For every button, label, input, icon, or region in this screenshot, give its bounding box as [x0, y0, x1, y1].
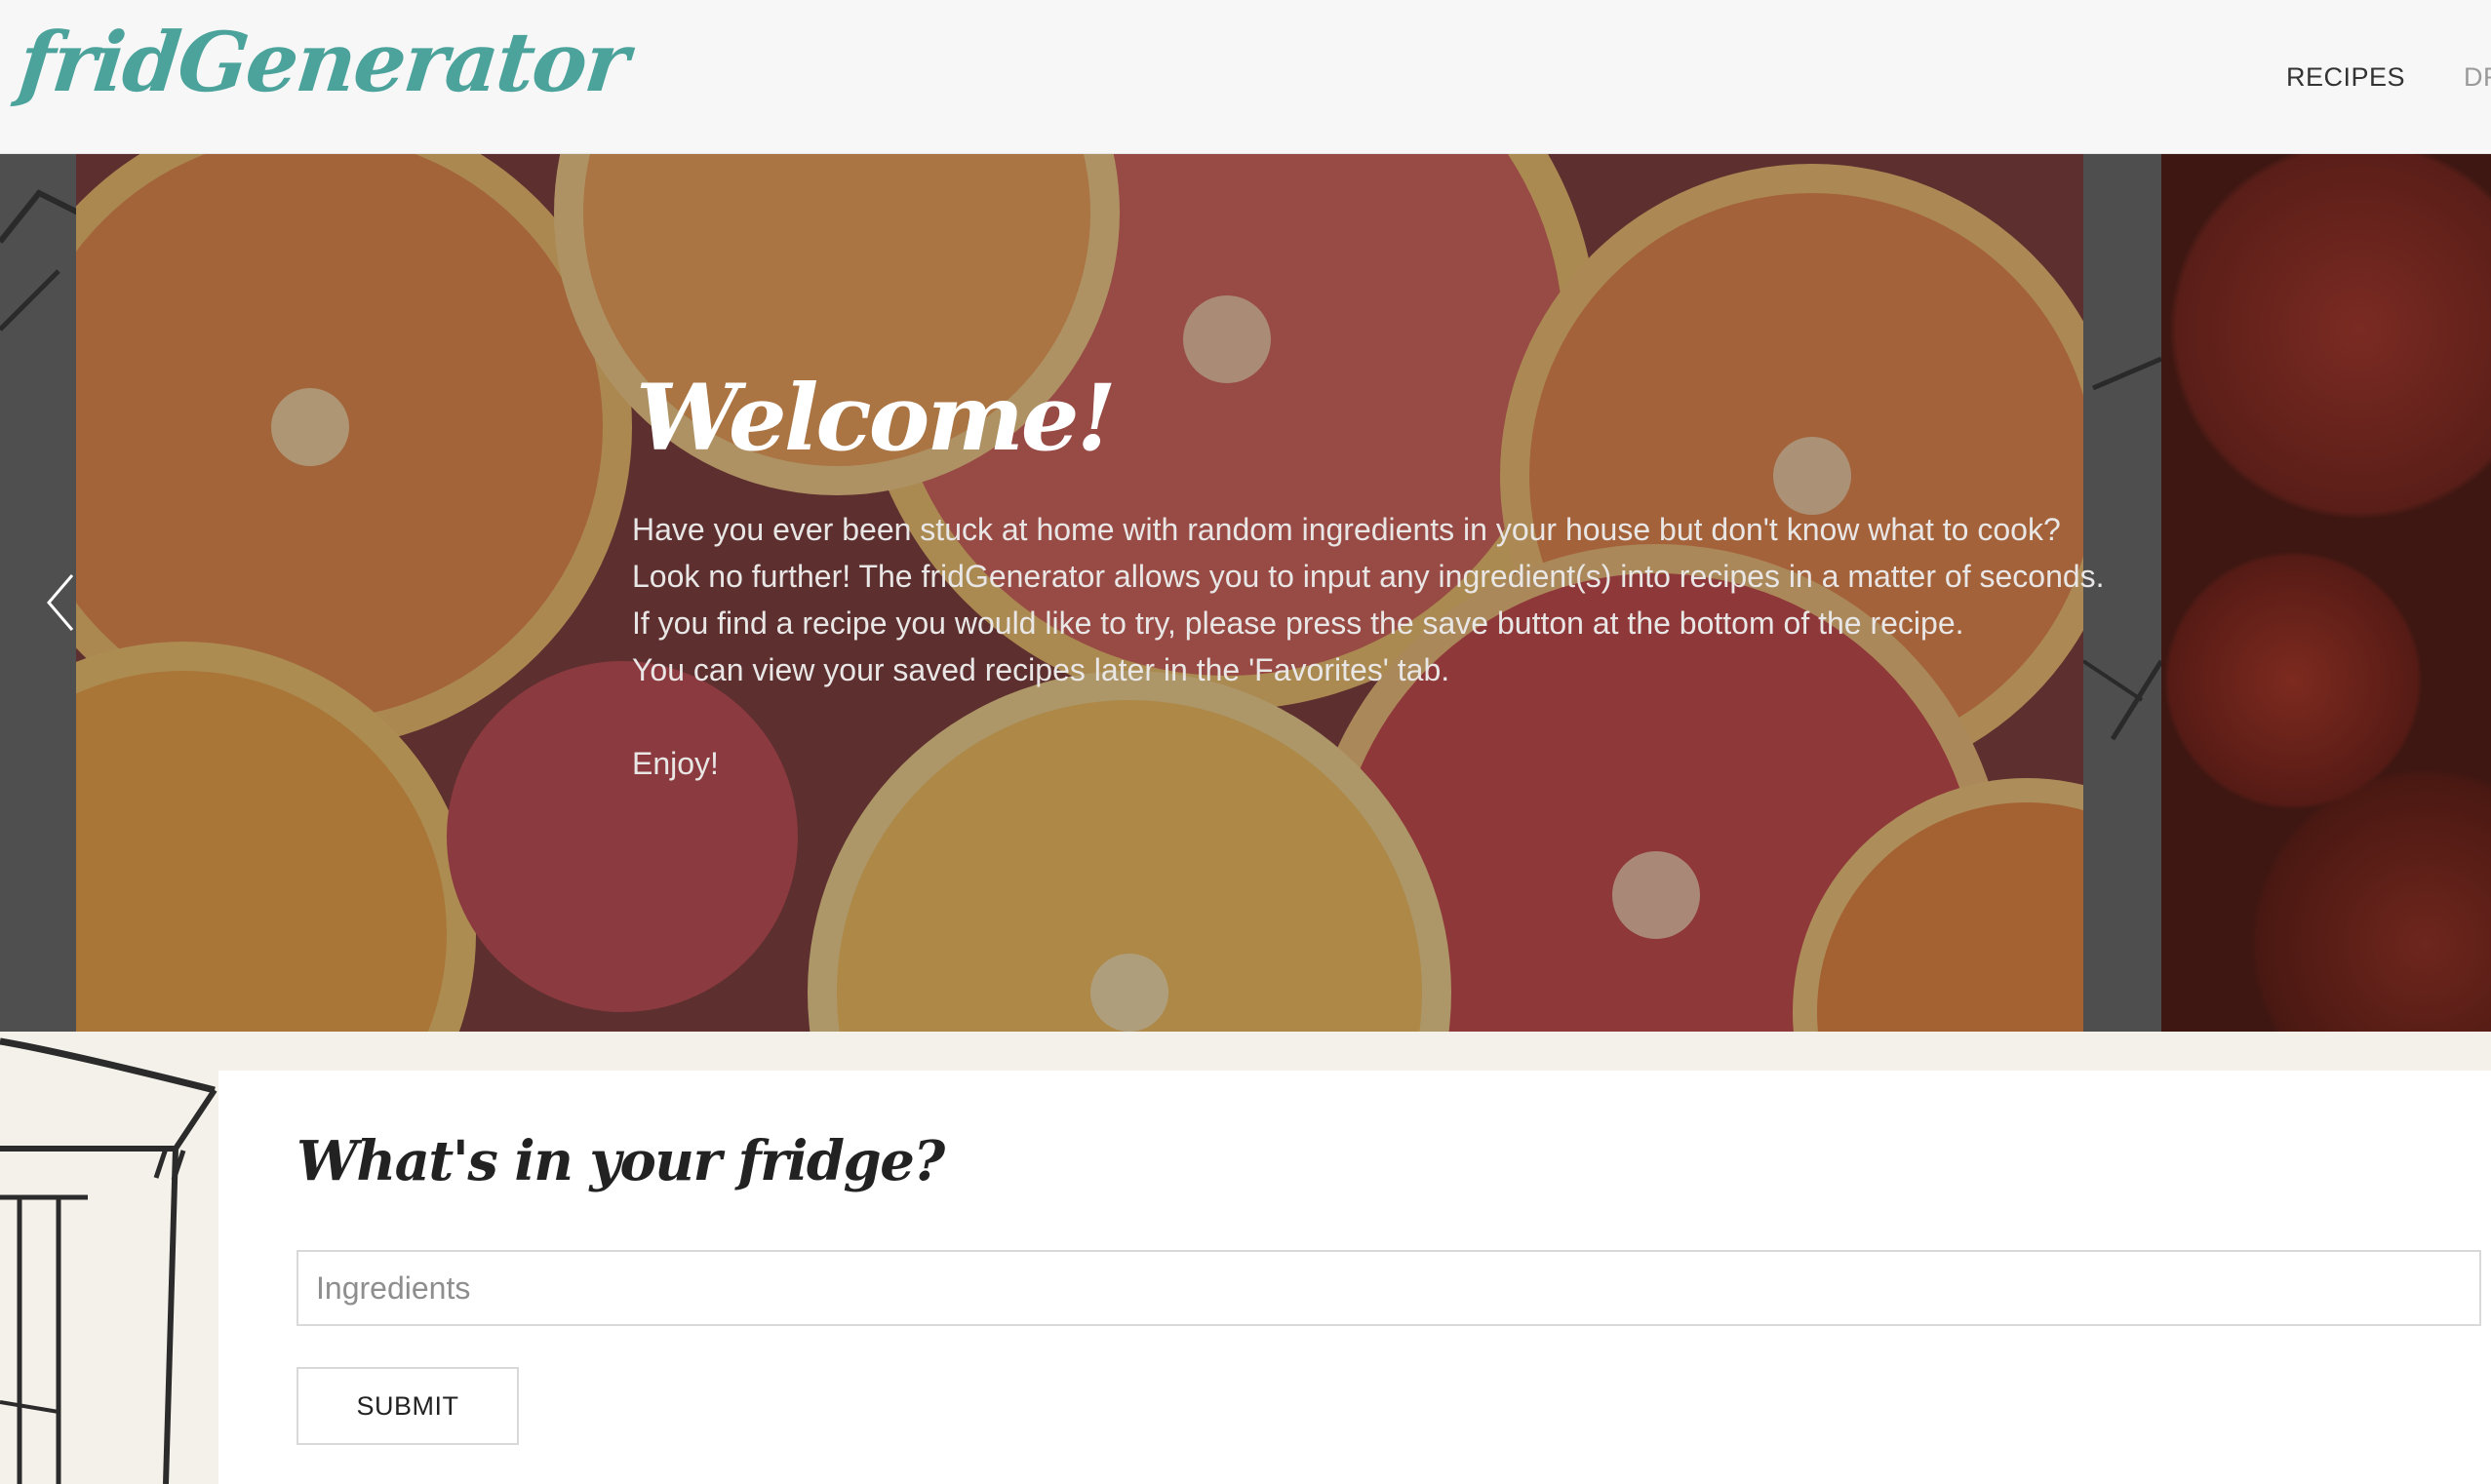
nav-item-recipes[interactable]: RECIPES: [2286, 62, 2405, 93]
navbar: fridGenerator RECIPES DRI: [0, 0, 2491, 154]
carousel-slide-next: [2161, 154, 2491, 1032]
welcome-heading: Welcome!: [636, 365, 1117, 472]
nav-item-drinks[interactable]: DRI: [2464, 62, 2491, 93]
fridge-section: What's in your fridge? SUBMIT: [0, 1032, 2491, 1484]
fridge-form-card: What's in your fridge? SUBMIT: [218, 1071, 2491, 1484]
intro-line-1: Have you ever been stuck at home with ra…: [632, 512, 2061, 548]
nav-menu: RECIPES DRI: [2286, 0, 2491, 154]
fridge-form-title: What's in your fridge?: [297, 1129, 945, 1193]
intro-line-4: You can view your saved recipes later in…: [632, 652, 1450, 688]
carousel-caption: Welcome! Have you ever been stuck at hom…: [632, 365, 2193, 787]
submit-button[interactable]: SUBMIT: [297, 1367, 519, 1445]
fridge-doodle-icon: [0, 1037, 217, 1484]
enjoy-text: Enjoy!: [632, 746, 719, 782]
ingredients-input[interactable]: [297, 1250, 2481, 1326]
intro-line-2: Look no further! The fridGenerator allow…: [632, 559, 2105, 595]
intro-line-3: If you find a recipe you would like to t…: [632, 605, 1964, 642]
chevron-left-icon[interactable]: [43, 564, 82, 642]
brand-logo[interactable]: fridGenerator: [15, 14, 632, 110]
hero-carousel: Welcome! Have you ever been stuck at hom…: [0, 154, 2491, 1032]
